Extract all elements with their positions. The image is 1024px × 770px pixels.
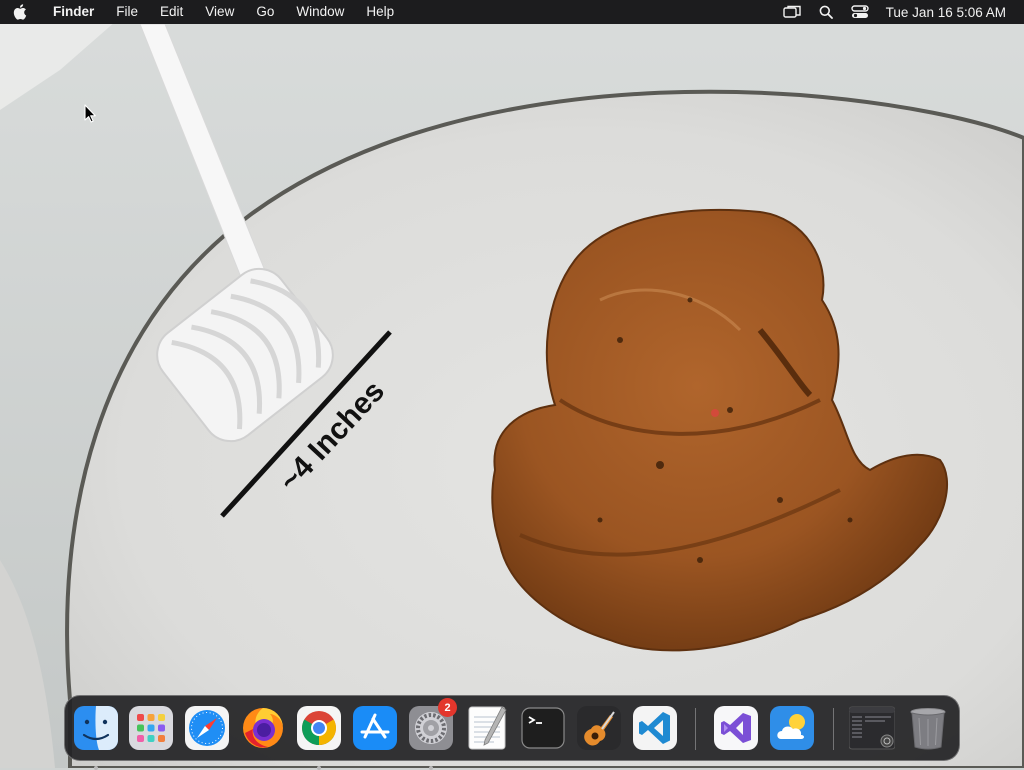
finder-icon [74, 706, 118, 750]
chrome-icon [297, 706, 341, 750]
menu-view[interactable]: View [194, 0, 245, 24]
menu-edit[interactable]: Edit [149, 0, 194, 24]
menu-app-name[interactable]: Finder [40, 0, 105, 24]
dock-chrome[interactable] [296, 705, 342, 770]
spotlight-search-icon[interactable] [809, 0, 843, 24]
dock-visual-studio[interactable] [713, 705, 759, 751]
dock-finder[interactable] [73, 705, 119, 770]
window-preview-icon [849, 706, 895, 750]
dock-launchpad[interactable] [128, 705, 174, 751]
notification-badge: 2 [438, 698, 457, 717]
screen-mirroring-icon[interactable] [775, 0, 809, 24]
running-indicator [429, 766, 433, 770]
menu-help[interactable]: Help [355, 0, 405, 24]
running-indicator [317, 766, 321, 770]
dock-separator [695, 708, 696, 750]
desktop-wallpaper: ~4 Inches [0, 0, 1024, 768]
dock-firefox[interactable] [240, 705, 286, 751]
dock-app-store[interactable] [352, 705, 398, 751]
dock-window-preview[interactable] [849, 705, 895, 751]
dock-textedit[interactable] [464, 705, 510, 751]
garageband-icon [577, 706, 621, 750]
menu-clock[interactable]: Tue Jan 16 5:06 AM [877, 5, 1006, 20]
dock-system-settings[interactable]: 2 [408, 698, 457, 770]
app-store-icon [353, 706, 397, 750]
dock-separator [833, 708, 834, 750]
dock-garageband[interactable] [576, 705, 622, 751]
menu-bar: Finder File Edit View Go Window Help Tue… [0, 0, 1024, 24]
dock-vscode[interactable] [632, 705, 678, 751]
mouse-pointer-icon [84, 104, 96, 123]
dock-safari[interactable] [184, 705, 230, 751]
dock: 2 [64, 695, 960, 770]
vscode-icon [633, 706, 677, 750]
textedit-icon [468, 706, 507, 750]
apple-menu-icon[interactable] [0, 0, 40, 24]
menu-file[interactable]: File [105, 0, 149, 24]
dock-trash[interactable] [905, 705, 951, 751]
control-center-icon[interactable] [843, 0, 877, 24]
visual-studio-icon [714, 706, 758, 750]
dock-terminal[interactable] [520, 705, 566, 751]
menu-window[interactable]: Window [285, 0, 355, 24]
launchpad-icon [129, 706, 173, 750]
firefox-icon [243, 708, 283, 748]
running-indicator [94, 766, 98, 770]
menu-go[interactable]: Go [245, 0, 285, 24]
dock-weather[interactable] [769, 705, 815, 751]
safari-icon [185, 706, 229, 750]
trash-icon [910, 708, 946, 750]
weather-icon [770, 706, 814, 750]
terminal-icon [521, 707, 565, 749]
